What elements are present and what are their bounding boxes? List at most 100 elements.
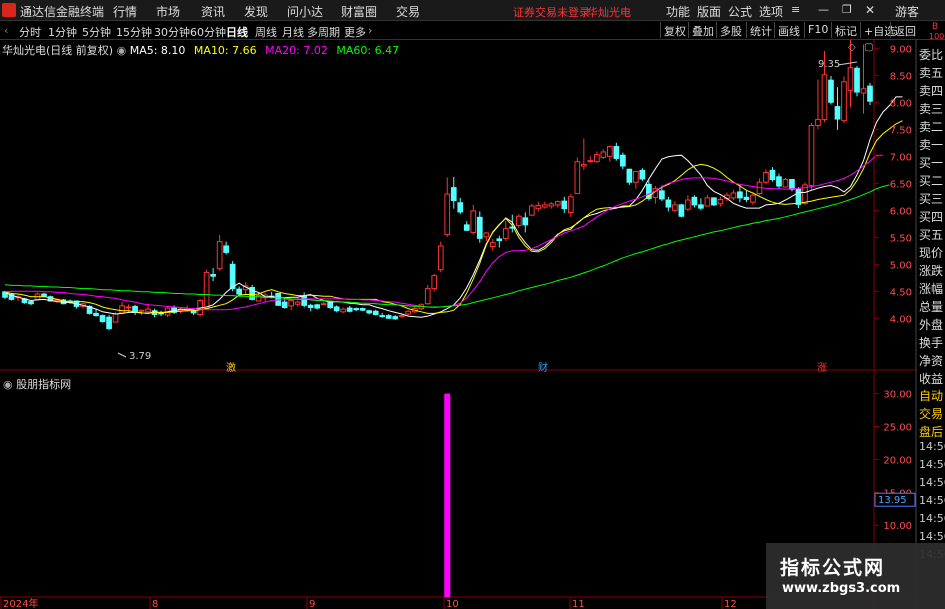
candle-body-up — [502, 228, 509, 239]
candle-body-up — [763, 172, 769, 183]
yaxis-tick-label: 4.00 — [890, 314, 912, 325]
yaxis-tick-label: 8.00 — [890, 98, 912, 109]
diamond-icon[interactable]: ◇ — [848, 42, 856, 53]
trade-login-status[interactable]: 证券交易未登录 — [513, 4, 590, 20]
trade-time-entry: 14:56 — [919, 512, 945, 525]
candle-body-up — [567, 196, 574, 213]
sub-yaxis-tick-label: 30.00 — [883, 390, 912, 401]
yaxis-tick-label: 4.50 — [890, 287, 912, 298]
guest-label[interactable]: 游客 — [895, 3, 919, 20]
btn-back[interactable]: 返回 — [890, 22, 919, 38]
menu-item-jiaoyi[interactable]: 交易 — [396, 3, 420, 20]
candle-body-down — [353, 308, 360, 311]
menu-item-hangqing[interactable]: 行情 — [113, 3, 137, 20]
candle-body-down — [333, 306, 340, 312]
ma20-label: MA20: 7.02 — [265, 44, 328, 57]
candle-body-up — [528, 205, 535, 216]
btn-huaxian[interactable]: 画线 — [774, 22, 803, 38]
period-weekly[interactable]: 周线 — [255, 24, 277, 40]
quote-field-label: 涨跌 — [919, 264, 944, 278]
close-icon[interactable]: ✕ — [865, 3, 875, 17]
event-marker-cai[interactable]: 财 — [538, 359, 548, 374]
candle-body-down — [379, 315, 386, 318]
ma60-label: MA60: 6.47 — [336, 44, 400, 57]
candle-body-up — [112, 313, 119, 323]
sub-chart-title: 股朋指标网 — [16, 378, 72, 391]
yaxis-tick-label: 7.00 — [890, 152, 912, 163]
trade-time-entry: 14:56 — [919, 494, 945, 507]
period-multi[interactable]: 多周期 — [307, 24, 340, 40]
high-price-label: 9.35 — [818, 59, 841, 70]
period-5min[interactable]: 5分钟 — [82, 24, 111, 40]
quote-field-label: 净资 — [919, 354, 944, 368]
candle-body-up — [203, 271, 210, 310]
period-more[interactable]: 更多 — [344, 24, 366, 40]
quote-field-label: 收益 — [919, 372, 944, 386]
minimize-icon[interactable]: — — [818, 3, 829, 16]
candle-body-down — [834, 106, 841, 120]
btn-tongji[interactable]: 统计 — [746, 22, 775, 38]
quote-field-label: 买四 — [919, 210, 944, 224]
candle-body-up — [294, 301, 301, 305]
candle-body-down — [372, 310, 379, 316]
restore-icon[interactable]: ❐ — [842, 3, 852, 16]
event-marker-ji[interactable]: 激 — [226, 359, 236, 374]
more-chevron-icon[interactable]: › — [368, 24, 372, 37]
quote-field-label: 卖五 — [919, 66, 944, 80]
candle-body-down — [106, 316, 112, 330]
trade-time-entry: 14:56 — [919, 476, 945, 489]
menu-item-zixun[interactable]: 资讯 — [201, 3, 225, 20]
square-icon[interactable]: ▢ — [864, 42, 873, 53]
period-1min[interactable]: 1分钟 — [48, 24, 77, 40]
period-30min[interactable]: 30分钟 — [154, 24, 190, 40]
trade-time-entry: 14:56 — [919, 440, 945, 453]
candle-body-down — [457, 202, 464, 213]
candle-body-down — [639, 169, 646, 180]
candle-body-up — [860, 88, 867, 94]
candle-body-up — [600, 151, 607, 158]
event-marker-zhang[interactable]: 涨 — [817, 359, 827, 374]
kline-chart-area[interactable]: 9.00 8.50 8.00 7.50 7.00 6.50 6.00 5.50 5.00 4.50… — [0, 40, 945, 609]
menu-item-wenxiaoda[interactable]: 问小达 — [287, 3, 323, 20]
menu-item-banmian[interactable]: 版面 — [697, 3, 721, 20]
watermark-url: www.zbgs3.com — [782, 581, 901, 596]
candle-body-up — [821, 74, 828, 121]
indicator-toggle-icon[interactable]: ◉ — [3, 378, 13, 391]
menu-item-gongshi[interactable]: 公式 — [728, 3, 752, 20]
candle-body-down — [789, 179, 795, 190]
period-60min[interactable]: 60分钟 — [190, 24, 226, 40]
quote-field-label: 买二 — [919, 174, 944, 188]
candle-body-down — [659, 190, 665, 200]
menu-item-shichang[interactable]: 市场 — [156, 3, 180, 20]
btn-fuquan[interactable]: 复权 — [660, 22, 689, 38]
candle-body-up — [340, 308, 347, 313]
period-monthly[interactable]: 月线 — [282, 24, 304, 40]
menu-item-faxian[interactable]: 发现 — [244, 3, 268, 20]
menu-icon[interactable]: ≡ — [791, 3, 800, 16]
menu-item-caifuquan[interactable]: 财富圈 — [341, 3, 377, 20]
low-price-label: 3.79 — [129, 351, 152, 362]
btn-biaoji[interactable]: 标记 — [831, 22, 860, 38]
menu-item-gongneng[interactable]: 功能 — [666, 3, 690, 20]
candle-body-down — [522, 217, 529, 226]
ma-toggle-icon[interactable]: ◉ — [117, 44, 127, 57]
sub-yaxis-tick-label: 10.00 — [883, 521, 912, 532]
quote-field-label: 卖二 — [919, 120, 944, 134]
candle-body-up — [437, 245, 444, 271]
quote-field-label: 总量 — [919, 300, 944, 314]
candle-body-up — [119, 305, 125, 314]
btn-diejia[interactable]: 叠加 — [688, 22, 717, 38]
candle-body-down — [769, 169, 776, 181]
period-15min[interactable]: 15分钟 — [116, 24, 152, 40]
quote-field-label: 卖三 — [919, 102, 944, 116]
candle-body-down — [854, 67, 860, 93]
sub-current-value: 13.95 — [878, 495, 907, 506]
period-daily[interactable]: 日线 — [226, 24, 248, 40]
collapse-left-icon[interactable]: ‹ — [4, 24, 8, 37]
period-fenshi[interactable]: 分时 — [19, 24, 41, 40]
btn-duogu[interactable]: 多股 — [716, 22, 745, 38]
menu-item-xuanxiang[interactable]: 选项 — [759, 3, 783, 20]
candle-body-up — [685, 199, 691, 210]
btn-f10[interactable]: F10 — [804, 22, 831, 38]
quote-field-label: 交易 — [919, 407, 944, 421]
